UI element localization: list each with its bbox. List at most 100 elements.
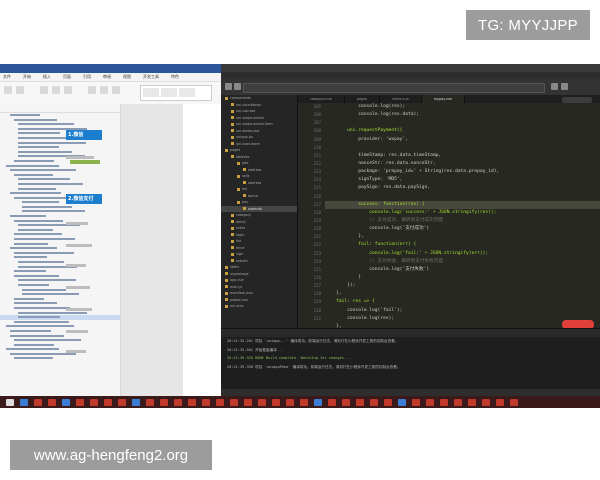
line-number: 219 xyxy=(313,217,321,223)
doc-menu-item[interactable]: 页面 xyxy=(60,73,71,81)
code-editor[interactable]: console.log(res); console.log(res.data);… xyxy=(325,103,600,328)
code-line: console.log(res.data); xyxy=(325,112,420,118)
taskbar-app-icon[interactable] xyxy=(202,398,210,406)
taskbar-app-icon[interactable] xyxy=(20,398,28,406)
taskbar-app-icon[interactable] xyxy=(258,398,266,406)
tree-item-label: bonus xyxy=(248,193,259,198)
nav-outline-text xyxy=(14,357,53,360)
doc-menu-item[interactable]: 开发工具 xyxy=(140,73,159,81)
code-line: success: function(res) { xyxy=(325,200,600,209)
taskbar-app-icon[interactable] xyxy=(48,398,56,406)
doc-menu-item[interactable]: 视图 xyxy=(120,73,131,81)
code-line: // 支付失败, 跳转到支付失败页面 xyxy=(325,258,443,264)
doc-menu-item[interactable]: 文件 xyxy=(0,73,11,81)
doc-menu-item[interactable]: 开始 xyxy=(20,73,31,81)
taskbar-app-icon[interactable] xyxy=(230,398,238,406)
nav-pane-header xyxy=(0,104,120,113)
taskbar-app-icon[interactable] xyxy=(160,398,168,406)
nav-outline-text xyxy=(18,182,83,185)
underline-icon[interactable] xyxy=(64,86,72,94)
folder-icon xyxy=(231,135,234,139)
preview-icon[interactable] xyxy=(561,83,568,90)
new-file-icon[interactable] xyxy=(225,83,232,90)
taskbar-app-icon[interactable] xyxy=(286,398,294,406)
nav-outline-text xyxy=(18,283,49,286)
code-line: }); xyxy=(325,283,356,289)
taskbar-app-icon[interactable] xyxy=(314,398,322,406)
code-line: package: 'prepay_id=' + String(res.data.… xyxy=(325,169,500,175)
doc-heading-1: 1.微信 xyxy=(66,130,102,140)
doc-ribbon xyxy=(0,82,221,105)
tree-item[interactable]: uni.scss xyxy=(221,303,297,310)
taskbar-app-icon[interactable] xyxy=(62,398,70,406)
taskbar-app-icon[interactable] xyxy=(328,398,336,406)
taskbar-app-icon[interactable] xyxy=(132,398,140,406)
nav-outline-text xyxy=(10,114,40,116)
taskbar-app-icon[interactable] xyxy=(118,398,126,406)
align-left-icon[interactable] xyxy=(88,86,96,94)
taskbar-app-icon[interactable] xyxy=(370,398,378,406)
taskbar-app-icon[interactable] xyxy=(300,398,308,406)
line-number: 229 xyxy=(313,299,321,305)
tree-item-label: uni-status-bar xyxy=(236,128,260,133)
taskbar-app-icon[interactable] xyxy=(104,398,112,406)
folder-icon xyxy=(243,181,246,184)
taskbar-app-icon[interactable] xyxy=(510,398,518,406)
editor-tab[interactable]: category.vue xyxy=(298,95,345,103)
taskbar-app-icon[interactable] xyxy=(244,398,252,406)
editor-tab[interactable]: pages xyxy=(345,95,381,103)
align-center-icon[interactable] xyxy=(100,86,108,94)
taskbar-app-icon[interactable] xyxy=(384,398,392,406)
taskbar-app-icon[interactable] xyxy=(6,398,14,406)
console-line: 20:21:39.358 项目 'uniappPeke' 编译成功。前端运行日志… xyxy=(227,364,401,369)
cut-icon[interactable] xyxy=(16,86,24,94)
taskbar-app-icon[interactable] xyxy=(440,398,448,406)
save-icon[interactable] xyxy=(234,83,241,90)
navigation-pane xyxy=(0,104,121,396)
folder-icon xyxy=(231,259,234,262)
taskbar-app-icon[interactable] xyxy=(76,398,84,406)
folder-icon xyxy=(231,233,234,236)
taskbar-app-icon[interactable] xyxy=(412,398,420,406)
nav-outline-item[interactable] xyxy=(0,356,120,361)
taskbar-app-icon[interactable] xyxy=(90,398,98,406)
taskbar-app-icon[interactable] xyxy=(188,398,196,406)
editor-tab[interactable]: mypay.vue xyxy=(421,95,466,103)
editor-tab[interactable]: index.vue xyxy=(380,95,422,103)
doc-titlebar xyxy=(0,64,221,73)
taskbar-app-icon[interactable] xyxy=(34,398,42,406)
doc-text-line xyxy=(66,350,86,353)
ide-address-bar[interactable] xyxy=(243,83,545,93)
nav-outline-text xyxy=(14,238,75,241)
paste-icon[interactable] xyxy=(4,86,12,94)
doc-menu-item[interactable]: 插入 xyxy=(40,73,51,81)
run-icon[interactable] xyxy=(551,83,558,90)
nav-outline-text xyxy=(14,219,63,222)
taskbar-app-icon[interactable] xyxy=(342,398,350,406)
console-line: 20:21:35.561 开始差量编译... xyxy=(227,347,284,352)
align-right-icon[interactable] xyxy=(112,86,120,94)
taskbar-app-icon[interactable] xyxy=(398,398,406,406)
doc-menu-item[interactable]: 特色 xyxy=(168,73,179,81)
doc-menu-item[interactable]: 引用 xyxy=(80,73,91,81)
folder-icon xyxy=(231,116,234,119)
doc-menu-item[interactable]: 审阅 xyxy=(100,73,111,81)
taskbar-app-icon[interactable] xyxy=(272,398,280,406)
taskbar-app-icon[interactable] xyxy=(146,398,154,406)
taskbar-app-icon[interactable] xyxy=(356,398,364,406)
nav-outline-text xyxy=(10,192,61,195)
italic-icon[interactable] xyxy=(52,86,60,94)
taskbar-app-icon[interactable] xyxy=(216,398,224,406)
folder-icon xyxy=(225,148,228,152)
taskbar-app-icon[interactable] xyxy=(496,398,504,406)
taskbar-app-icon[interactable] xyxy=(426,398,434,406)
bold-icon[interactable] xyxy=(40,86,48,94)
taskbar-app-icon[interactable] xyxy=(482,398,490,406)
page-area xyxy=(121,104,221,396)
nav-outline-text xyxy=(18,141,86,144)
taskbar-app-icon[interactable] xyxy=(174,398,182,406)
taskbar-app-icon[interactable] xyxy=(468,398,476,406)
taskbar-app-icon[interactable] xyxy=(454,398,462,406)
style-gallery[interactable] xyxy=(140,85,212,101)
